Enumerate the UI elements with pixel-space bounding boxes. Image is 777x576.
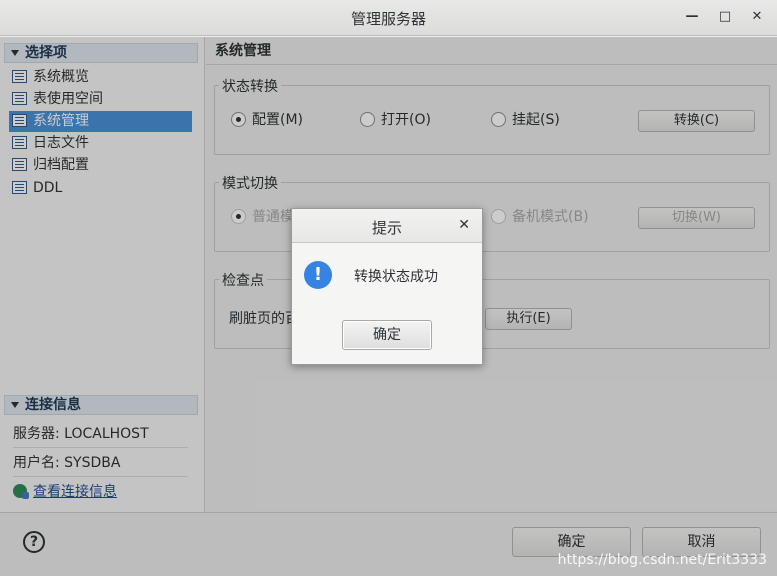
dialog-header: 提示 ✕ (292, 209, 482, 243)
message-dialog: 提示 ✕ ! 转换状态成功 确定 (291, 208, 483, 365)
window-title: 管理服务器 (350, 10, 426, 28)
info-icon: ! (304, 261, 332, 289)
dialog-title: 提示 (371, 219, 402, 237)
close-icon[interactable]: ✕ (749, 9, 765, 25)
dialog-message: 转换状态成功 (354, 269, 438, 285)
minimize-icon[interactable]: — (684, 9, 700, 25)
server-manager-window: 管理服务器 — □ ✕ 选择项 系统概览 表使用空间 系统管理 日志文件 归档配… (0, 0, 777, 576)
watermark: https://blog.csdn.net/Erit3333 (557, 552, 767, 568)
dialog-ok-button[interactable]: 确定 (342, 320, 432, 350)
dialog-close-icon[interactable]: ✕ (458, 217, 470, 233)
maximize-icon[interactable]: □ (717, 9, 733, 25)
title-bar: 管理服务器 — □ ✕ (0, 0, 777, 36)
